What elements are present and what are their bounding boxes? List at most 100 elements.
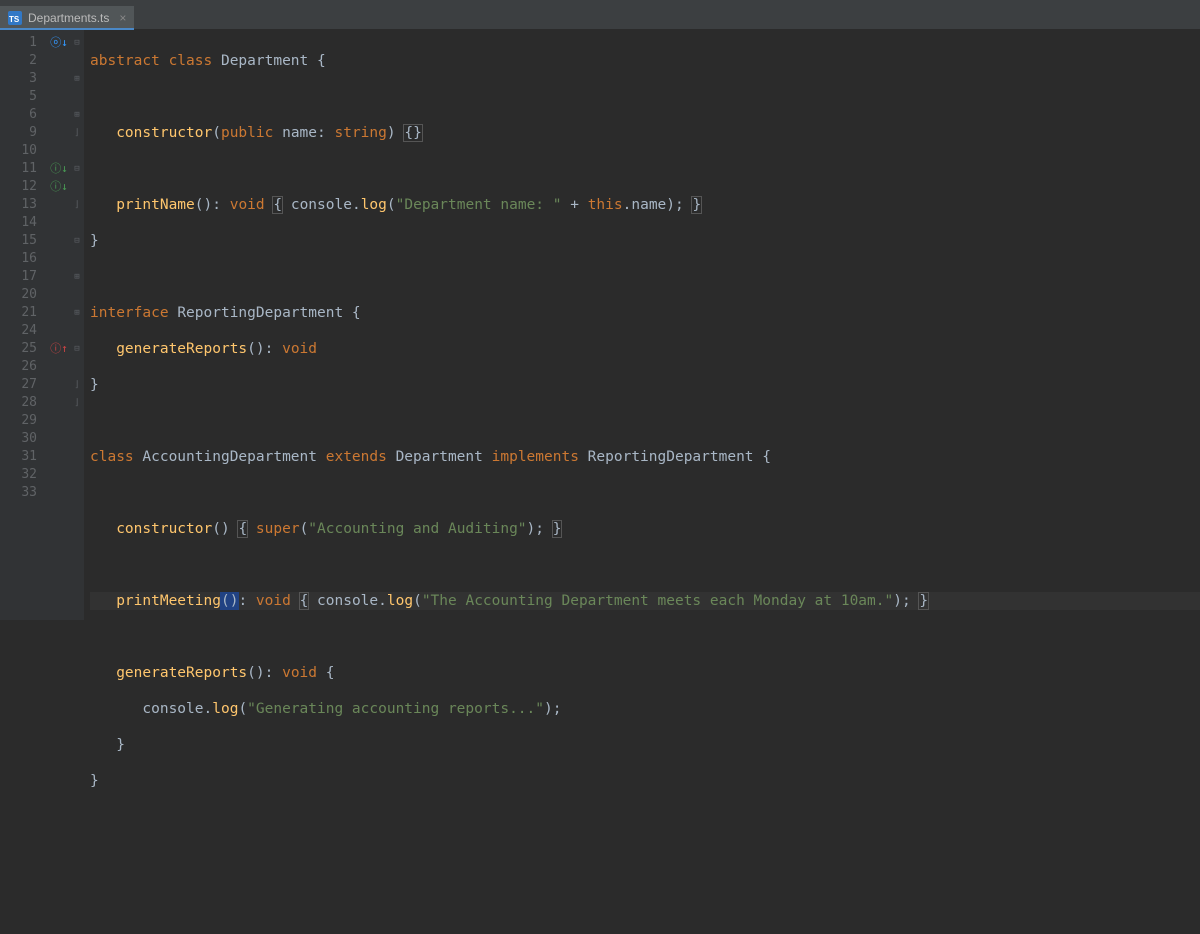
type-void: void [230, 197, 265, 213]
paren: ( [212, 125, 221, 141]
fold-collapsed-icon[interactable]: ⊞ [70, 70, 84, 88]
fold-collapsed-icon[interactable]: ⊞ [70, 268, 84, 286]
fold-close-icon[interactable]: ⌋ [70, 196, 84, 214]
paren: () [195, 197, 212, 213]
lnum: 20 [0, 286, 47, 304]
fold-collapsed-icon[interactable]: ⊞ [70, 304, 84, 322]
op-plus: + [562, 197, 588, 213]
fold-close-icon[interactable]: ⌋ [70, 376, 84, 394]
param: name [282, 125, 317, 141]
fold-open-icon[interactable]: ⊟ [70, 340, 84, 358]
fn-printname: printName [116, 197, 195, 213]
implements-down-icon[interactable]: ⓘ↓ [48, 160, 70, 178]
lnum: 15 [0, 232, 47, 250]
editor: 1 2 3 5 6 9 10 11 12 13 14 15 16 17 20 2… [0, 30, 1200, 620]
paren: ( [413, 593, 422, 609]
gutter-marks: ⓞ↓ ⓘ↓ ⓘ↓ ⓘ↑ [48, 30, 70, 620]
interface-name: ReportingDepartment [177, 305, 343, 321]
brace: { [762, 449, 771, 465]
tab-departments[interactable]: TS Departments.ts × [0, 6, 134, 29]
lnum: 2 [0, 52, 47, 70]
brace: } [90, 233, 99, 249]
type-string: string [334, 125, 386, 141]
lnum: 29 [0, 412, 47, 430]
lnum: 11 [0, 160, 47, 178]
lnum: 30 [0, 430, 47, 448]
kw-this: this [588, 197, 623, 213]
kw-extends: extends [326, 449, 387, 465]
lnum: 1 [0, 34, 47, 52]
type-void: void [256, 593, 291, 609]
type-void: void [282, 341, 317, 357]
lnum: 16 [0, 250, 47, 268]
brace: { [273, 197, 282, 213]
kw-class: class [90, 449, 134, 465]
paren-selected: () [221, 593, 238, 609]
implements-down-icon[interactable]: ⓘ↓ [48, 178, 70, 196]
lnum: 10 [0, 142, 47, 160]
prop-name: name [631, 197, 666, 213]
colon: : [212, 197, 221, 213]
kw-super: super [256, 521, 300, 537]
lnum: 24 [0, 322, 47, 340]
brace: { [326, 665, 335, 681]
colon: : [317, 125, 326, 141]
fn-constructor: constructor [116, 521, 212, 537]
lnum: 31 [0, 448, 47, 466]
fold-open-icon[interactable]: ⊟ [70, 34, 84, 52]
paren: ) [666, 197, 675, 213]
fold-close-icon[interactable]: ⌋ [70, 394, 84, 412]
code-area[interactable]: abstract class Department { constructor(… [84, 30, 1200, 620]
override-down-icon[interactable]: ⓞ↓ [48, 34, 70, 52]
lnum: 12 [0, 178, 47, 196]
paren: ) [527, 521, 536, 537]
interface-ref: ReportingDepartment [588, 449, 754, 465]
kw-public: public [221, 125, 273, 141]
kw-abstract: abstract [90, 53, 160, 69]
brace: } [692, 197, 701, 213]
semi: ; [553, 701, 562, 717]
lnum: 27 [0, 376, 47, 394]
lnum: 14 [0, 214, 47, 232]
semi: ; [902, 593, 911, 609]
lnum: 3 [0, 70, 47, 88]
paren: ) [544, 701, 553, 717]
brace: { [352, 305, 361, 321]
colon: : [238, 593, 247, 609]
fold-close-icon[interactable]: ⌋ [70, 124, 84, 142]
line-number-gutter: 1 2 3 5 6 9 10 11 12 13 14 15 16 17 20 2… [0, 30, 48, 620]
dot: . [352, 197, 361, 213]
class-name: AccountingDepartment [142, 449, 317, 465]
string-literal: "Generating accounting reports..." [247, 701, 544, 717]
type-void: void [282, 665, 317, 681]
fold-body: {} [404, 125, 421, 141]
close-icon[interactable]: × [115, 11, 126, 25]
fn-log: log [387, 593, 413, 609]
id-console: console [317, 593, 378, 609]
paren: () [212, 521, 229, 537]
lnum: 17 [0, 268, 47, 286]
tab-filename: Departments.ts [28, 11, 109, 25]
colon: : [265, 665, 274, 681]
class-name: Department [221, 53, 308, 69]
fn-log: log [212, 701, 238, 717]
fold-open-icon[interactable]: ⊟ [70, 232, 84, 250]
brace: } [90, 773, 99, 789]
dot: . [378, 593, 387, 609]
lnum: 9 [0, 124, 47, 142]
fold-collapsed-icon[interactable]: ⊞ [70, 106, 84, 124]
paren: ( [300, 521, 309, 537]
kw-implements: implements [492, 449, 579, 465]
brace: } [116, 737, 125, 753]
implements-up-icon[interactable]: ⓘ↑ [48, 340, 70, 358]
fn-constructor: constructor [116, 125, 212, 141]
fold-open-icon[interactable]: ⊟ [70, 160, 84, 178]
kw-interface: interface [90, 305, 169, 321]
fold-gutter: ⊟ ⊞ ⊞ ⌋ ⊟ ⌋ ⊟ ⊞ ⊞ ⊟ ⌋ ⌋ [70, 30, 84, 620]
fn-generatereports: generateReports [116, 341, 247, 357]
brace: { [317, 53, 326, 69]
string-literal: "Accounting and Auditing" [308, 521, 526, 537]
lnum: 6 [0, 106, 47, 124]
paren: () [247, 665, 264, 681]
paren: ) [893, 593, 902, 609]
